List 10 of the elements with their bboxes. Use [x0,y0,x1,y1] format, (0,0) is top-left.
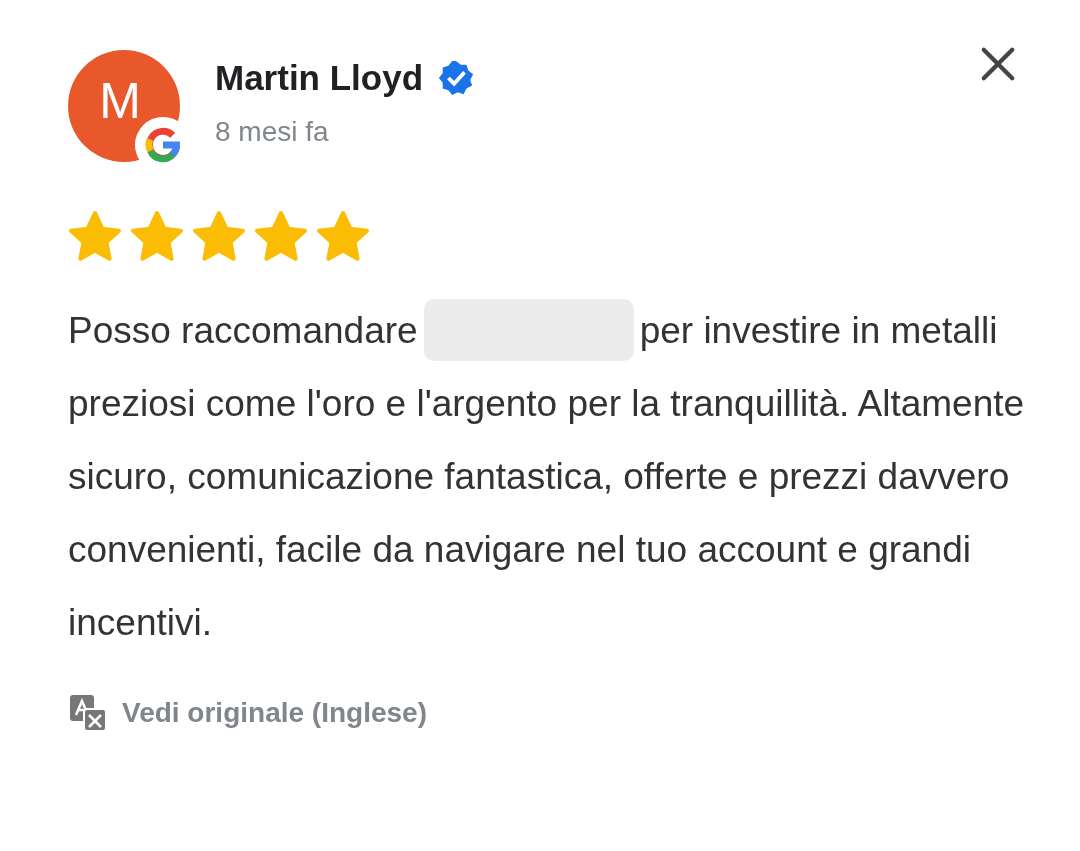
star-icon [192,210,246,264]
author-name: Martin Lloyd [215,58,424,98]
review-time: 8 mesi fa [215,116,330,148]
review-text: Posso raccomandare per investire in metalli preziosi come l'oro e l'argento per la tranquillità. Altamente sicuro, comunicazione fantastica, offerte e prezzi davvero convenienti, facile da navigare nel tuo account e grandi incentivi. [68,294,1028,659]
see-original-link[interactable]: Vedi originale (Inglese) [68,693,427,733]
translate-icon [68,693,108,733]
star-icon [68,210,122,264]
star-icon [316,210,370,264]
star-icon [254,210,308,264]
star-icon [130,210,184,264]
